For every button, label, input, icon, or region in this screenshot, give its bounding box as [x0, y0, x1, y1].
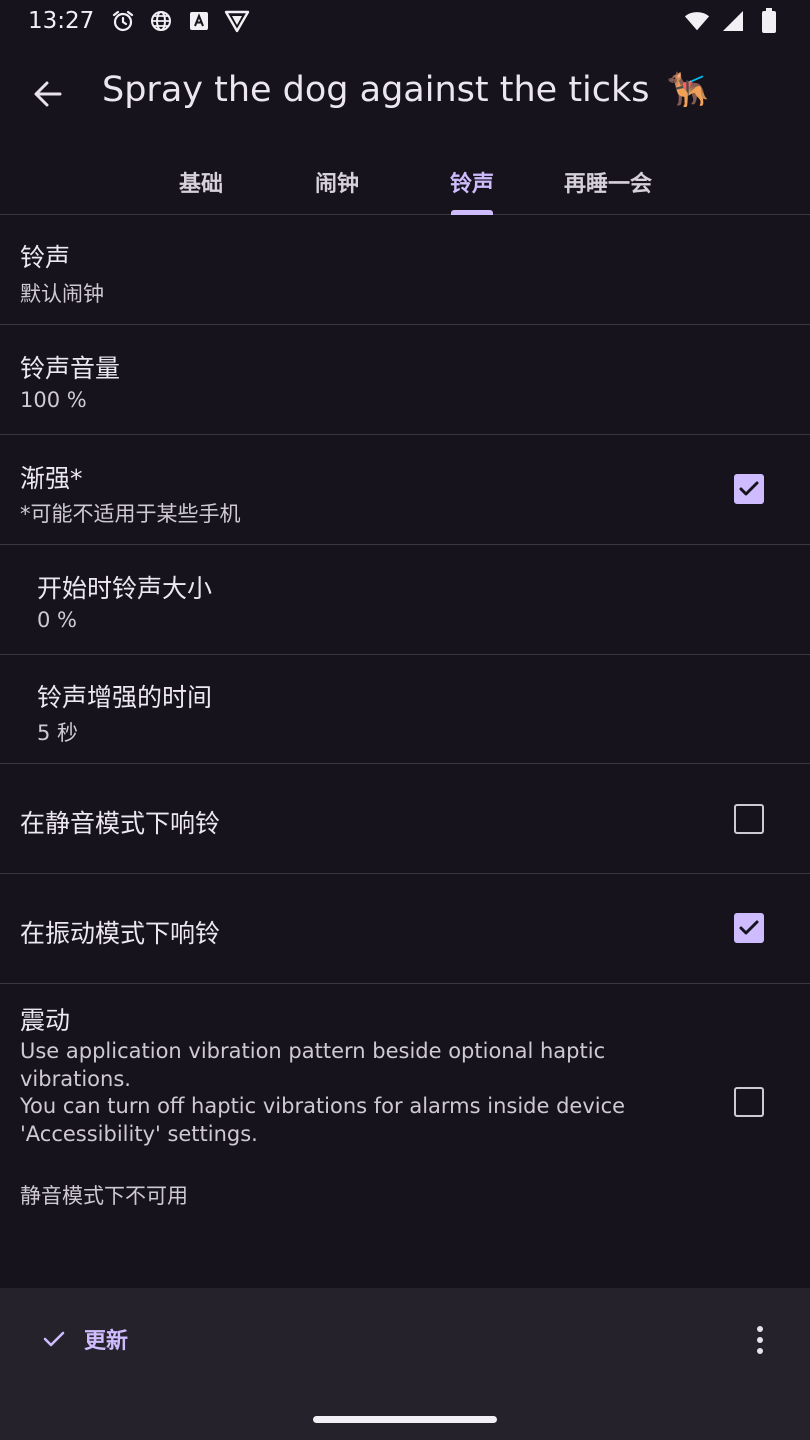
alarm-icon [110, 8, 136, 34]
more-vertical-icon [757, 1326, 763, 1354]
setting-title: 在振动模式下响铃 [20, 919, 221, 948]
check-icon [739, 481, 759, 496]
setting-title: 铃声增强的时间 [37, 683, 213, 712]
setting-ringtone[interactable]: 铃声 默认闹钟 [0, 216, 810, 325]
status-bar: 13:27 [0, 0, 810, 42]
tab-label: 基础 [178, 171, 223, 197]
ring-silent-checkbox[interactable] [734, 804, 764, 834]
more-options-button[interactable] [738, 1318, 782, 1362]
tab-basic[interactable]: 基础 [160, 148, 242, 215]
setting-ringtone-volume[interactable]: 铃声音量 100 % [0, 325, 810, 435]
setting-title: 开始时铃声大小 [37, 574, 213, 603]
setting-title: 铃声 [20, 243, 71, 272]
description-line: vibrations. [20, 1066, 131, 1091]
battery-icon [756, 8, 782, 34]
app-bar: Spray the dog against the ticks 🐕‍🦺 [0, 52, 810, 136]
back-button[interactable] [26, 72, 70, 116]
setting-ring-silent-mode[interactable]: 在静音模式下响铃 [0, 764, 810, 874]
tab-label: 闹钟 [314, 171, 359, 197]
shield-icon [224, 8, 250, 34]
setting-crescendo[interactable]: 渐强* *可能不适用于某些手机 [0, 435, 810, 545]
setting-title: 渐强* [20, 464, 83, 493]
vibration-checkbox[interactable] [734, 1087, 764, 1117]
update-label: 更新 [84, 1329, 129, 1354]
description-line: Use application vibration pattern beside… [20, 1039, 606, 1063]
service-dog-emoji: 🐕‍🦺 [666, 70, 709, 110]
setting-title: 在静音模式下响铃 [20, 809, 221, 838]
signal-icon [720, 8, 746, 34]
page-title-text: Spray the dog against the ticks [102, 70, 650, 110]
tab-alarm[interactable]: 闹钟 [296, 148, 378, 215]
setting-ring-vibrate-mode[interactable]: 在振动模式下响铃 [0, 874, 810, 984]
setting-start-volume[interactable]: 开始时铃声大小 0 % [0, 545, 810, 655]
ring-vibrate-checkbox[interactable] [734, 913, 764, 943]
tab-snooze[interactable]: 再睡一会 [552, 148, 664, 215]
home-indicator[interactable] [313, 1416, 497, 1423]
tab-bar: 基础 闹钟 铃声 再睡一会 [0, 148, 810, 215]
arrow-left-icon [34, 81, 62, 107]
wifi-icon [684, 8, 710, 34]
tab-label: 再睡一会 [563, 171, 652, 197]
setting-title: 铃声音量 [20, 354, 121, 383]
page-title: Spray the dog against the ticks 🐕‍🦺 [102, 70, 709, 110]
setting-summary: 0 % [37, 608, 77, 632]
tab-label: 铃声 [449, 171, 494, 197]
setting-summary: 100 % [20, 388, 87, 412]
check-icon [739, 920, 759, 935]
bottom-action-bar: 更新 [0, 1288, 810, 1440]
setting-increase-time[interactable]: 铃声增强的时间 5 秒 [0, 655, 810, 764]
tab-indicator [451, 210, 493, 215]
vibration-note: 静音模式下不可用 [20, 1184, 188, 1208]
description-line: 'Accessibility' settings. [20, 1121, 258, 1146]
setting-summary: *可能不适用于某些手机 [20, 502, 241, 526]
screen: 13:27 [0, 0, 810, 1440]
setting-summary: 默认闹钟 [20, 282, 104, 306]
vibration-description: Use application vibration pattern beside… [20, 1038, 700, 1148]
crescendo-checkbox[interactable] [734, 474, 764, 504]
a-badge-icon [186, 8, 212, 34]
check-icon [43, 1331, 65, 1347]
tab-ringtone[interactable]: 铃声 [431, 148, 513, 215]
status-time: 13:27 [28, 8, 95, 34]
globe-icon [148, 8, 174, 34]
update-button[interactable]: 更新 [40, 1314, 128, 1364]
setting-summary: 5 秒 [37, 721, 79, 745]
setting-title: 震动 [20, 1006, 71, 1035]
description-line: You can turn off haptic vibrations for a… [20, 1094, 626, 1118]
